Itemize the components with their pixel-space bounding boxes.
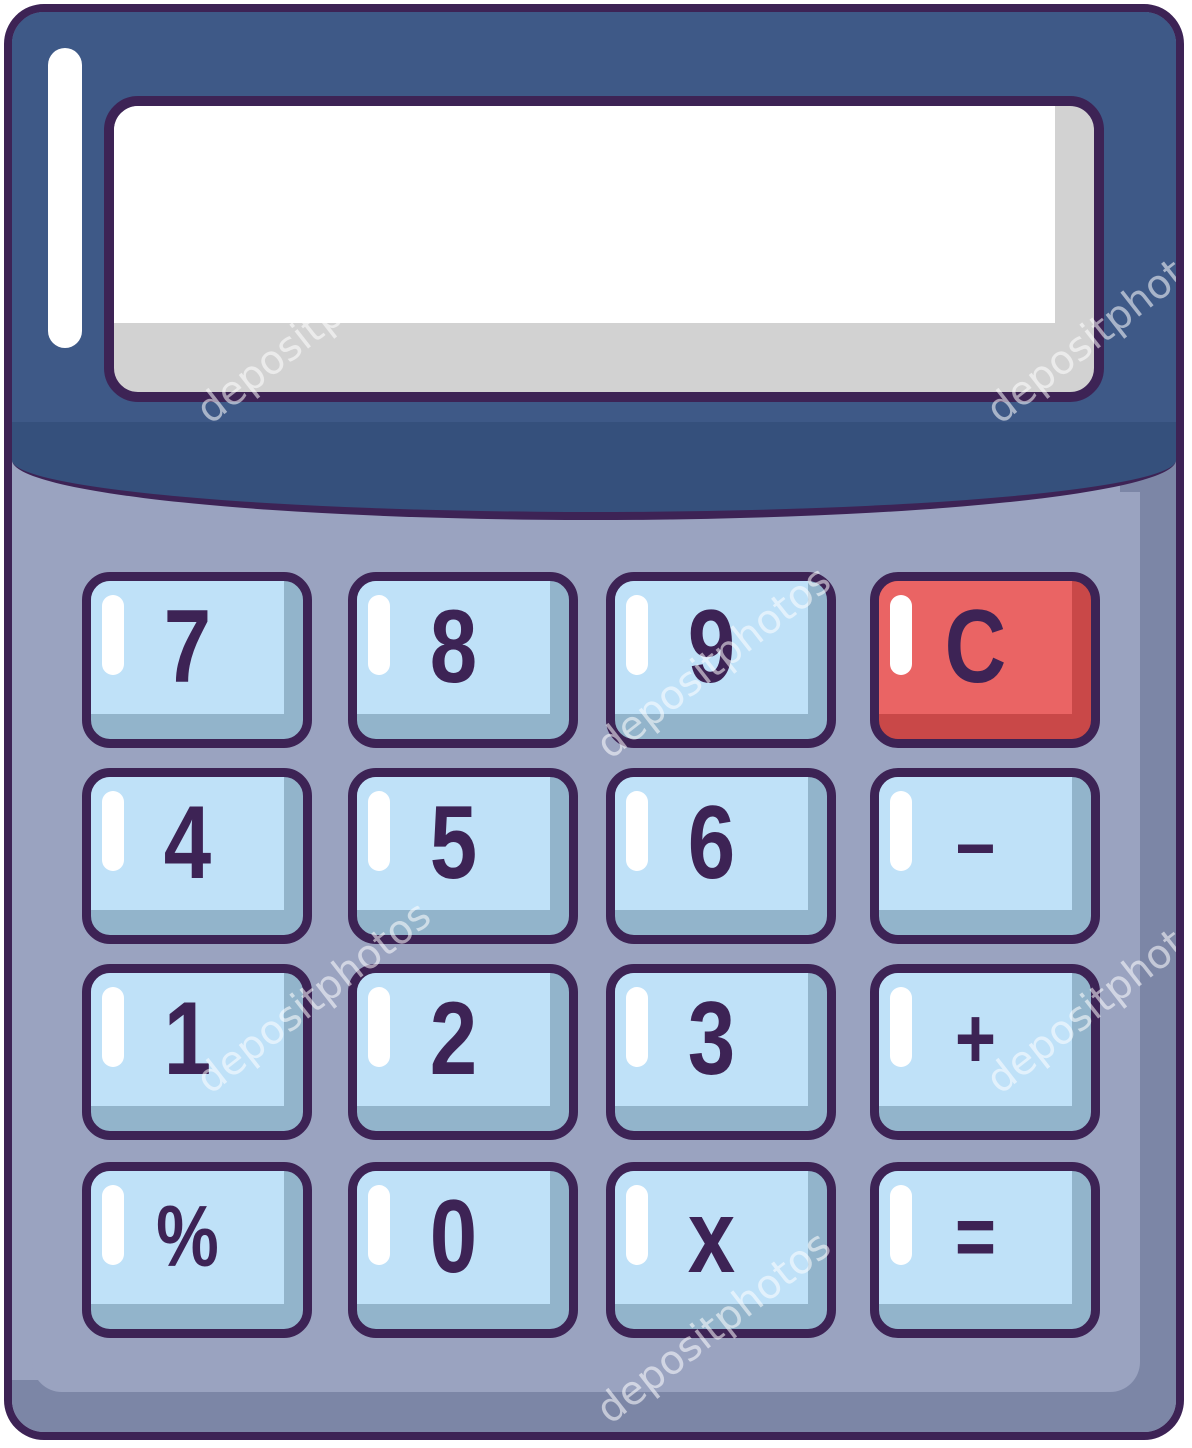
key-label: 3 bbox=[687, 980, 736, 1097]
key-2-button[interactable]: 2 bbox=[348, 964, 578, 1140]
key-clear-button[interactable]: C bbox=[870, 572, 1100, 748]
key-equals-button[interactable]: = bbox=[870, 1162, 1100, 1338]
key-1-button[interactable]: 1 bbox=[82, 964, 312, 1140]
display-screen-glare bbox=[114, 106, 1055, 324]
key-label: 2 bbox=[429, 980, 478, 1097]
display-screen bbox=[104, 96, 1104, 402]
key-label: 1 bbox=[163, 980, 212, 1097]
key-label: 0 bbox=[429, 1178, 478, 1295]
key-plus-button[interactable]: + bbox=[870, 964, 1100, 1140]
key-label: = bbox=[954, 1188, 997, 1285]
key-label: x bbox=[687, 1178, 736, 1295]
key-percent-button[interactable]: % bbox=[82, 1162, 312, 1338]
key-6-button[interactable]: 6 bbox=[606, 768, 836, 944]
key-label: 4 bbox=[163, 784, 212, 901]
key-label: 5 bbox=[429, 784, 478, 901]
key-label: 7 bbox=[163, 588, 212, 705]
key-multiply-button[interactable]: x bbox=[606, 1162, 836, 1338]
body-highlight bbox=[48, 48, 82, 348]
key-3-button[interactable]: 3 bbox=[606, 964, 836, 1140]
key-7-button[interactable]: 7 bbox=[82, 572, 312, 748]
key-label: 8 bbox=[429, 588, 478, 705]
key-0-button[interactable]: 0 bbox=[348, 1162, 578, 1338]
key-label: 9 bbox=[687, 588, 736, 705]
key-minus-button[interactable]: – bbox=[870, 768, 1100, 944]
key-8-button[interactable]: 8 bbox=[348, 572, 578, 748]
key-label: % bbox=[156, 1188, 219, 1285]
calculator-body: 7 8 9 C 4 5 6–1 2 3 +% 0 x = depositphotos depositph… bbox=[4, 4, 1184, 1440]
key-label: 6 bbox=[687, 784, 736, 901]
key-label: C bbox=[944, 588, 1007, 705]
key-label: + bbox=[954, 990, 997, 1087]
key-4-button[interactable]: 4 bbox=[82, 768, 312, 944]
key-label: – bbox=[955, 794, 996, 891]
key-5-button[interactable]: 5 bbox=[348, 768, 578, 944]
key-9-button[interactable]: 9 bbox=[606, 572, 836, 748]
